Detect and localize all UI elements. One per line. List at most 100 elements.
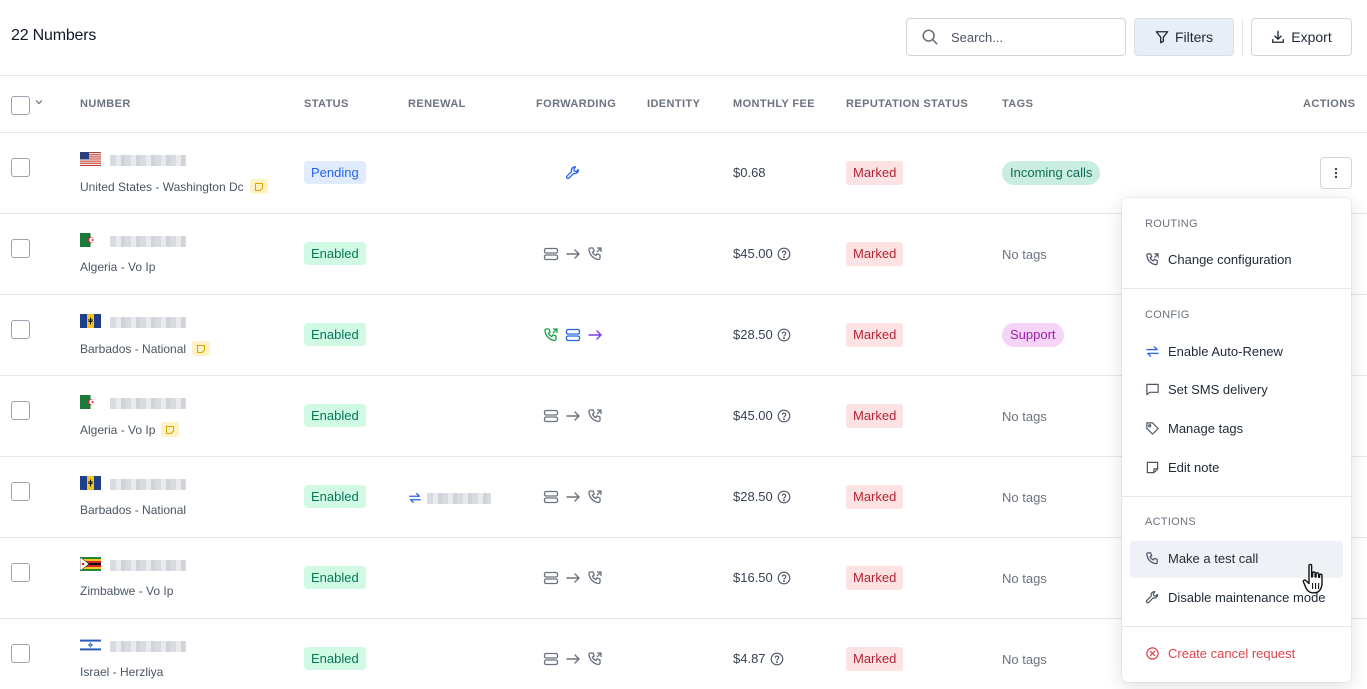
status-badge: Enabled — [304, 647, 366, 670]
monthly-fee: $28.50 — [733, 489, 791, 504]
message-icon — [1146, 383, 1159, 396]
monthly-fee: $45.00 — [733, 408, 791, 423]
column-renewal[interactable]: RENEWAL — [408, 98, 466, 110]
arrow-right-icon — [566, 654, 580, 664]
menu-item-create-cancel-request[interactable]: Create cancel request — [1145, 646, 1295, 661]
monthly-fee: $16.50 — [733, 570, 791, 585]
row-actions-menu: ROUTING Change configuration CONFIG Enab… — [1122, 198, 1351, 682]
phone-icon — [1146, 552, 1158, 565]
row-checkbox[interactable] — [11, 320, 30, 339]
info-circle-icon[interactable] — [777, 571, 791, 585]
phone-number-redacted — [110, 641, 186, 652]
export-button[interactable]: Export — [1251, 18, 1352, 56]
search-box[interactable] — [906, 18, 1126, 56]
menu-section-actions: ACTIONS — [1145, 516, 1196, 528]
chevron-down-icon[interactable] — [35, 98, 43, 106]
menu-section-routing: ROUTING — [1145, 218, 1198, 230]
tag-pill[interactable]: Incoming calls — [1002, 161, 1101, 185]
country-flag-icon — [80, 152, 101, 166]
reputation-badge: Marked — [846, 404, 904, 428]
country-flag-icon — [80, 638, 101, 652]
column-identity[interactable]: IDENTITY — [647, 98, 700, 110]
monthly-fee: $4.87 — [733, 651, 784, 666]
server-icon — [543, 409, 559, 423]
menu-item-manage-tags[interactable]: Manage tags — [1145, 421, 1243, 436]
menu-section-config: CONFIG — [1145, 309, 1190, 321]
refresh-icon — [1146, 346, 1159, 357]
phone-number-redacted — [110, 560, 186, 571]
select-all-checkbox[interactable] — [11, 96, 30, 115]
arrow-right-icon — [588, 330, 602, 340]
phone-forward-icon — [588, 652, 602, 666]
table-header: NUMBER STATUS RENEWAL FORWARDING IDENTIT… — [0, 77, 1367, 133]
row-checkbox[interactable] — [11, 239, 30, 258]
status-badge: Enabled — [304, 566, 366, 589]
note-icon[interactable] — [192, 341, 211, 356]
phone-forward-icon — [544, 328, 558, 342]
number-location: Zimbabwe - Vo Ip — [80, 584, 174, 598]
phone-number-redacted — [110, 155, 186, 166]
tag-pill[interactable]: Support — [1002, 323, 1064, 347]
info-circle-icon[interactable] — [777, 247, 791, 261]
phone-number-redacted — [110, 479, 186, 490]
column-tags[interactable]: TAGS — [1002, 98, 1033, 110]
column-number[interactable]: NUMBER — [80, 98, 131, 110]
menu-divider — [1122, 626, 1351, 627]
menu-divider — [1122, 496, 1351, 497]
info-circle-icon[interactable] — [777, 490, 791, 504]
number-location: Barbados - National — [80, 503, 187, 517]
tags-empty: No tags — [1002, 652, 1047, 667]
number-location: Israel - Herzliya — [80, 665, 164, 679]
status-badge: Enabled — [304, 404, 366, 427]
tags-empty: No tags — [1002, 409, 1047, 424]
country-flag-icon — [80, 395, 101, 409]
row-checkbox[interactable] — [11, 482, 30, 501]
row-checkbox[interactable] — [11, 158, 30, 177]
reputation-badge: Marked — [846, 242, 904, 266]
column-status[interactable]: STATUS — [304, 98, 349, 110]
number-location: Algeria - Vo Ip — [80, 260, 156, 274]
row-checkbox[interactable] — [11, 644, 30, 663]
status-badge: Enabled — [304, 485, 366, 508]
filter-icon — [1155, 31, 1169, 44]
country-flag-icon — [80, 233, 101, 247]
menu-item-disable-maintenance-mode[interactable]: Disable maintenance mode — [1145, 590, 1326, 605]
search-input[interactable] — [951, 29, 1101, 45]
row-checkbox[interactable] — [11, 563, 30, 582]
info-circle-icon[interactable] — [777, 409, 791, 423]
reputation-badge: Marked — [846, 161, 904, 185]
info-circle-icon[interactable] — [777, 328, 791, 342]
wrench-icon — [565, 166, 579, 180]
row-actions-button[interactable] — [1320, 157, 1352, 189]
filters-button[interactable]: Filters — [1134, 18, 1234, 56]
row-checkbox[interactable] — [11, 401, 30, 420]
phone-number-redacted — [110, 236, 186, 247]
column-actions: ACTIONS — [1303, 98, 1356, 110]
menu-item-edit-note[interactable]: Edit note — [1145, 460, 1219, 475]
forwarding-indicator[interactable] — [543, 570, 603, 586]
note-icon[interactable] — [161, 422, 180, 437]
top-bar: 22 Numbers Filters Export — [0, 0, 1367, 76]
forwarding-indicator[interactable] — [543, 327, 603, 343]
country-flag-icon — [80, 476, 101, 490]
forwarding-indicator[interactable] — [543, 489, 603, 505]
menu-item-set-sms-delivery[interactable]: Set SMS delivery — [1145, 382, 1268, 397]
column-monthly-fee[interactable]: MONTHLY FEE — [733, 98, 815, 110]
note-icon[interactable] — [249, 179, 268, 194]
forwarding-indicator[interactable] — [543, 651, 603, 667]
forwarding-indicator[interactable] — [543, 246, 603, 262]
column-reputation-status[interactable]: REPUTATION STATUS — [846, 98, 968, 110]
forwarding-indicator[interactable] — [565, 165, 581, 181]
monthly-fee: $0.68 — [733, 165, 766, 180]
menu-item-make-test-call[interactable]: Make a test call — [1145, 551, 1258, 566]
menu-item-change-configuration[interactable]: Change configuration — [1145, 252, 1292, 267]
toolbar-divider — [1242, 18, 1243, 56]
number-location: United States - Washington Dc — [80, 179, 268, 194]
tags-empty: No tags — [1002, 247, 1047, 262]
column-forwarding[interactable]: FORWARDING — [536, 98, 616, 110]
forwarding-indicator[interactable] — [543, 408, 603, 424]
status-badge: Enabled — [304, 242, 366, 265]
page-title: 22 Numbers — [11, 27, 97, 44]
info-circle-icon[interactable] — [770, 652, 784, 666]
menu-item-enable-auto-renew[interactable]: Enable Auto-Renew — [1145, 344, 1283, 359]
